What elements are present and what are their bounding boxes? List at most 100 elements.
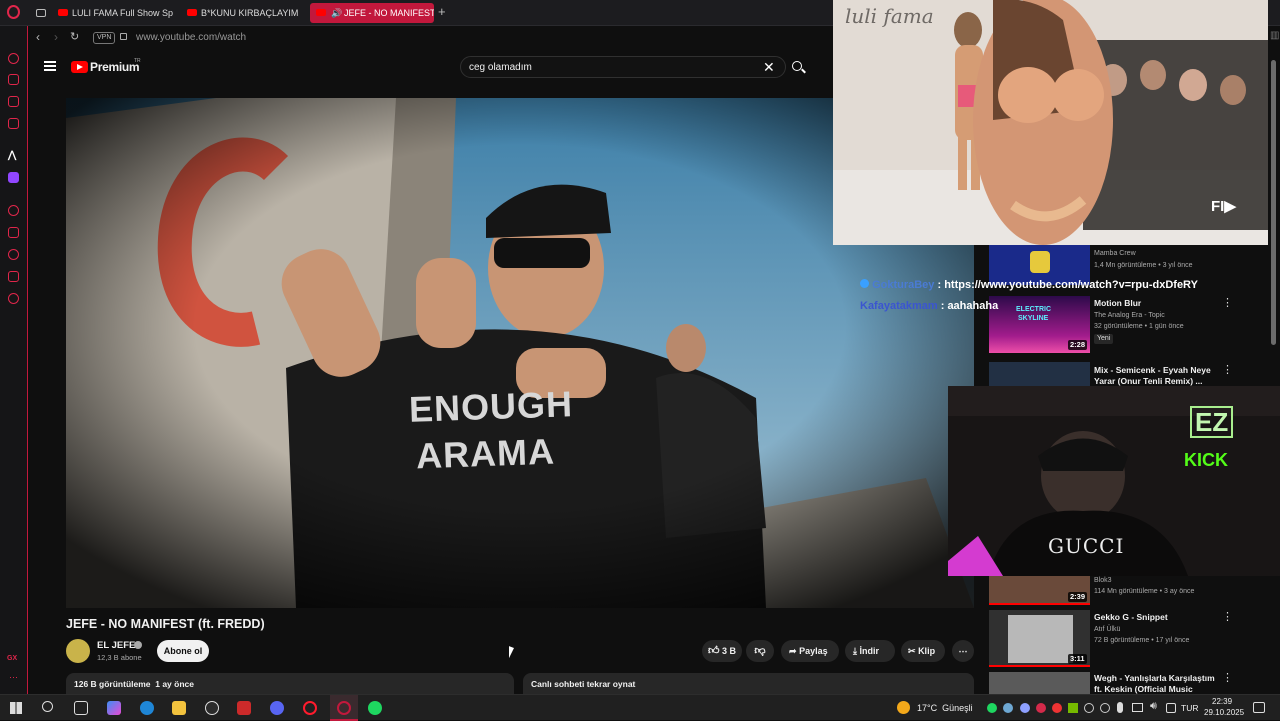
- rec-more-icon[interactable]: ⋮: [1222, 298, 1233, 309]
- new-tab-button[interactable]: +: [438, 4, 446, 20]
- rec-title[interactable]: Gekko G - Snippet: [1094, 612, 1168, 623]
- sidebar-history-icon[interactable]: [8, 249, 19, 260]
- youtube-logo-text[interactable]: Premium: [90, 60, 140, 74]
- rec-thumb-text: SKYLINE: [1018, 315, 1049, 322]
- weather-icon[interactable]: [897, 701, 910, 714]
- tray-app-icon[interactable]: [1166, 703, 1176, 713]
- more-actions-button[interactable]: ⋯: [952, 640, 974, 662]
- sidebar-messenger-icon[interactable]: [8, 96, 19, 107]
- microphone-icon[interactable]: [1117, 702, 1123, 713]
- opera-icon[interactable]: [303, 701, 317, 715]
- search-button[interactable]: [786, 56, 810, 78]
- tab-jefe-no-manifest[interactable]: 🔊 JEFE - NO MANIFEST: [310, 3, 434, 23]
- file-explorer-icon[interactable]: [172, 701, 186, 715]
- sidebar-twitch-icon[interactable]: [8, 172, 19, 183]
- rec-title[interactable]: Motion Blur: [1094, 298, 1141, 309]
- url-text[interactable]: www.youtube.com/watch: [136, 32, 246, 43]
- chat-text: : https://www.youtube.com/watch?v=rpu-dx…: [937, 279, 1198, 291]
- rec-more-icon[interactable]: ⋮: [1222, 365, 1233, 376]
- chat-username: GokturaBey: [872, 279, 935, 291]
- vpn-badge[interactable]: VPN: [93, 32, 116, 44]
- forward-icon[interactable]: ›: [54, 30, 58, 44]
- tray-steam-icon[interactable]: [1003, 703, 1013, 713]
- tab-luli-fama[interactable]: LULI FAMA Full Show Sp: [54, 3, 176, 23]
- clock-time[interactable]: 22:39: [1212, 697, 1232, 706]
- like-button[interactable]: 👍︎ 3 B: [702, 640, 742, 662]
- clip-button[interactable]: ✂ Klip: [901, 640, 945, 662]
- streamer-webcam: EZ KICK GUCCI: [948, 386, 1280, 576]
- rec-title[interactable]: Mix - Semicenk - Eyvah Neye Yarar (Onur …: [1094, 365, 1216, 387]
- clear-search-icon[interactable]: ✕: [763, 59, 775, 76]
- youtube-favicon-icon: [187, 9, 197, 16]
- discord-icon[interactable]: [270, 701, 284, 715]
- tray-app-icon[interactable]: [1084, 703, 1094, 713]
- tab-overview-icon[interactable]: [36, 9, 46, 17]
- back-icon[interactable]: ‹: [36, 30, 40, 44]
- sidebar-kick-icon[interactable]: ⋀: [8, 150, 16, 161]
- notification-icon[interactable]: [1253, 702, 1265, 713]
- rec-thumb[interactable]: [989, 362, 1090, 386]
- rec-title[interactable]: Wegh - Yanlışlarla Karşılaştım ft. Keski…: [1094, 673, 1219, 694]
- opera-gx-icon[interactable]: [337, 701, 351, 715]
- edge-icon[interactable]: [140, 701, 154, 715]
- sidebar-bag-icon[interactable]: [8, 74, 19, 85]
- task-view-icon[interactable]: [74, 701, 88, 715]
- taskbar-search-icon[interactable]: [42, 701, 53, 712]
- windows-taskbar: 17°C Güneşli 🔊︎ TUR 22:39 29.10.2025: [0, 694, 1280, 721]
- sidebar-add-icon[interactable]: [8, 205, 19, 216]
- rec-channel[interactable]: Mamba Crew: [1094, 249, 1136, 259]
- clock-date[interactable]: 29.10.2025: [1204, 708, 1244, 717]
- speaker-icon[interactable]: 🔊: [331, 3, 342, 23]
- share-button[interactable]: ➦ Paylaş: [781, 640, 839, 662]
- tray-nvidia-icon[interactable]: [1068, 703, 1078, 713]
- display-icon[interactable]: [1132, 703, 1143, 712]
- rec-thumb-face: [1030, 251, 1050, 273]
- sidebar-extensions-icon[interactable]: [8, 271, 19, 282]
- opera-logo-icon[interactable]: [7, 5, 20, 19]
- sidebar-bookmark-icon[interactable]: [8, 227, 19, 238]
- live-chat-replay[interactable]: Canlı sohbeti tekrar oynat: [523, 673, 974, 694]
- sidebar-settings-icon[interactable]: [8, 293, 19, 304]
- tray-app-icon[interactable]: [1052, 703, 1062, 713]
- start-button[interactable]: [10, 702, 22, 714]
- channel-avatar[interactable]: [66, 639, 90, 663]
- weather-text[interactable]: 17°C Güneşli: [917, 703, 973, 713]
- sidebar-ai-icon[interactable]: [8, 53, 19, 64]
- description-box[interactable]: 126 B görüntüleme 1 ay önce: [66, 673, 514, 694]
- language-indicator[interactable]: TUR: [1181, 703, 1198, 713]
- subscribe-button[interactable]: Abone ol: [157, 640, 209, 662]
- video-title: JEFE - NO MANIFEST (ft. FREDD): [66, 617, 265, 631]
- reload-icon[interactable]: ↻: [70, 30, 79, 43]
- search-icon-handle: [801, 68, 806, 74]
- page-scrollbar[interactable]: [1271, 60, 1276, 345]
- sidebar-more-icon[interactable]: ⋯: [9, 672, 18, 683]
- rec-thumb[interactable]: [989, 672, 1090, 694]
- tray-app-icon[interactable]: [1036, 703, 1046, 713]
- rec-more-icon[interactable]: ⋮: [1222, 612, 1233, 623]
- channel-name[interactable]: EL JEFE: [97, 640, 135, 651]
- rec-channel[interactable]: Blok3: [1094, 576, 1112, 586]
- dislike-button[interactable]: 👎︎: [746, 640, 774, 662]
- rec-channel[interactable]: Atıf Ülkü: [1094, 625, 1120, 635]
- rec-channel[interactable]: The Analog Era - Topic: [1094, 311, 1165, 321]
- mouse-cursor: [509, 646, 519, 662]
- tray-discord-icon[interactable]: [1020, 703, 1030, 713]
- obs-icon[interactable]: [205, 701, 219, 715]
- tray-app-icon[interactable]: [1100, 703, 1110, 713]
- download-button[interactable]: ⤓ İndir: [845, 640, 895, 662]
- browser-sidebar: ⋀ GX ⋯: [0, 26, 28, 694]
- sidebar-right-icon[interactable]: ▥: [1270, 30, 1279, 41]
- sidebar-mail-icon[interactable]: [8, 118, 19, 129]
- tray-spotify-icon[interactable]: [987, 703, 997, 713]
- sidebar-gx-label[interactable]: GX: [7, 655, 17, 662]
- spotify-icon[interactable]: [368, 701, 382, 715]
- tab-label: B*KUNU KIRBAÇLAYIM: [201, 8, 299, 18]
- search-input[interactable]: ceg olamadım ✕: [460, 56, 786, 78]
- rec-more-icon[interactable]: ⋮: [1222, 673, 1233, 684]
- voicemod-icon[interactable]: [237, 701, 251, 715]
- live-chat-label: Canlı sohbeti tekrar oynat: [531, 679, 636, 689]
- shirt-text-line1: ENOUGH: [408, 383, 574, 430]
- volume-icon[interactable]: 🔊︎: [1150, 700, 1157, 713]
- copilot-icon[interactable]: [107, 701, 121, 715]
- tab-kirbaclayim[interactable]: B*KUNU KIRBAÇLAYIM: [183, 3, 303, 23]
